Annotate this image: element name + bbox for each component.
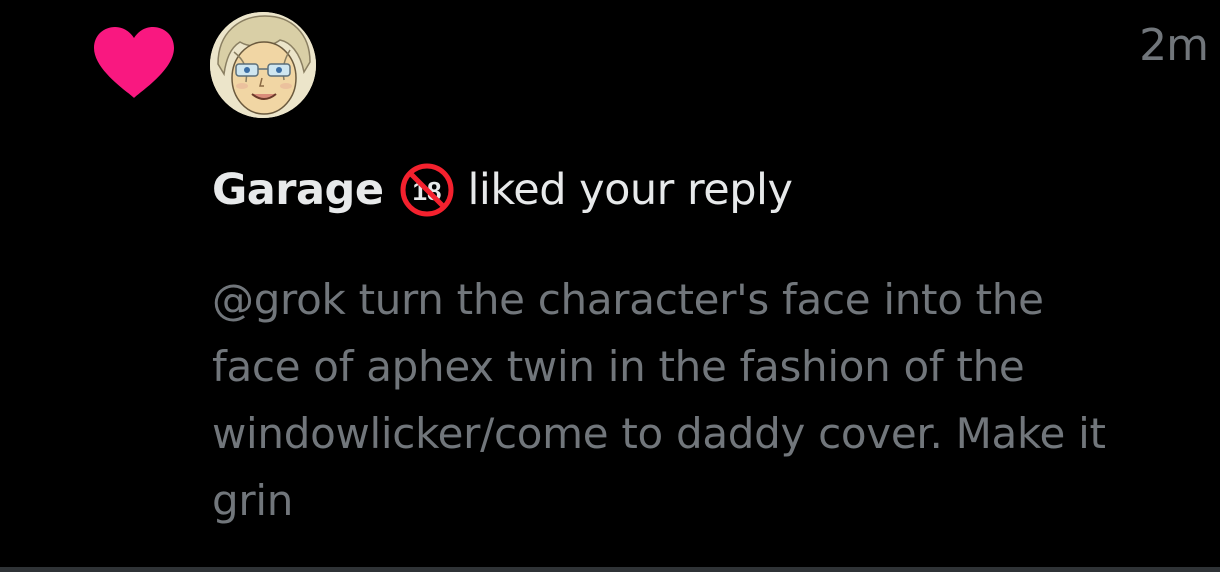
avatar[interactable] xyxy=(210,12,316,118)
reply-text[interactable]: @grok turn the character's face into the… xyxy=(212,266,1112,534)
like-notification[interactable]: 2m Garage 18 liked your reply @grok turn… xyxy=(0,0,1220,567)
heart-icon xyxy=(94,27,174,98)
timestamp: 2m xyxy=(1139,20,1209,71)
no-18-icon: 18 xyxy=(400,163,454,217)
action-text: liked your reply xyxy=(467,165,793,215)
divider xyxy=(0,567,1220,572)
avatar-icon xyxy=(210,12,316,118)
notification-headline: Garage 18 liked your reply xyxy=(212,160,793,220)
user-name[interactable]: Garage xyxy=(212,160,384,220)
